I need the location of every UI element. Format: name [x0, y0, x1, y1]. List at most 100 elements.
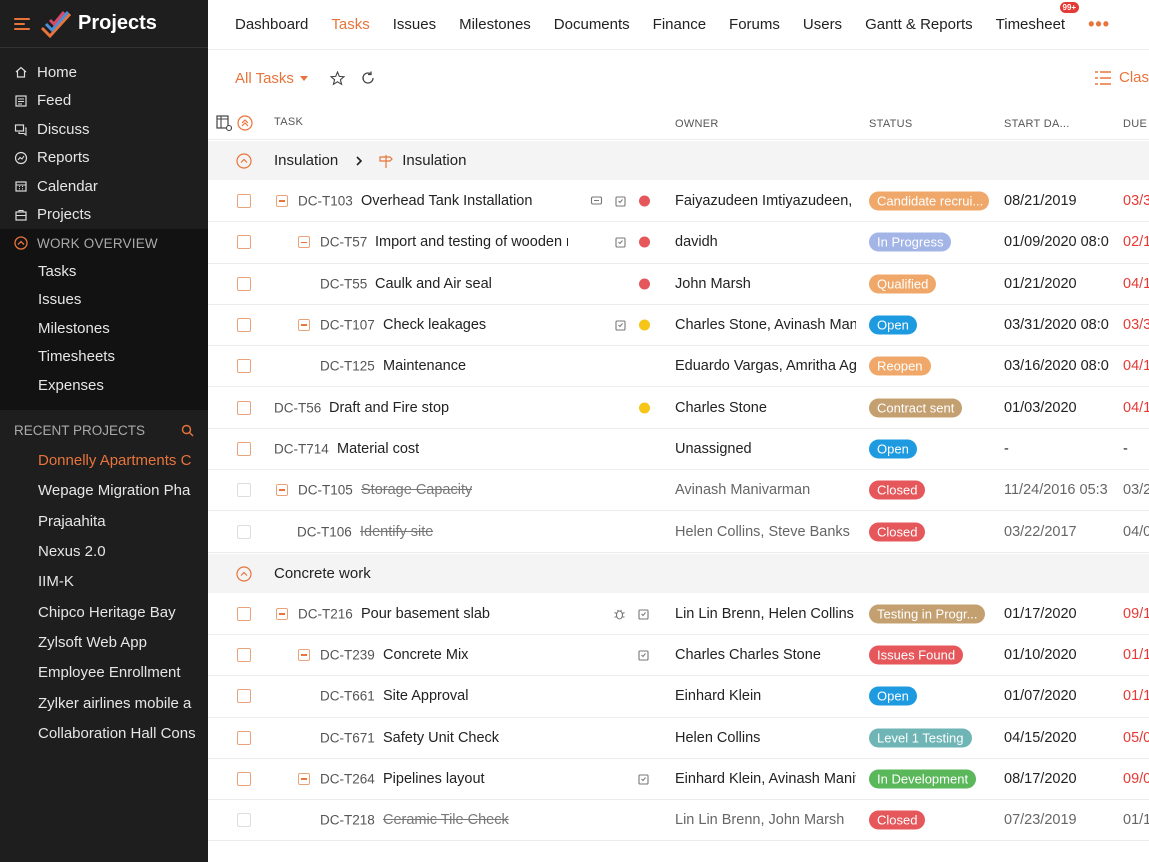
task-owner[interactable]: Helen Collins — [675, 730, 856, 746]
row-checkbox[interactable] — [237, 276, 251, 291]
row-checkbox[interactable] — [237, 441, 251, 456]
subtask-icon[interactable] — [637, 649, 650, 662]
task-name[interactable]: Import and testing of wooden r — [375, 234, 568, 250]
row-checkbox[interactable] — [237, 194, 251, 209]
start-date[interactable]: 01/17/2020 — [1004, 606, 1110, 622]
status-badge[interactable]: Issues Found — [869, 645, 964, 665]
row-checkbox[interactable] — [237, 483, 251, 498]
task-owner[interactable]: Eduardo Vargas, Amritha Agra — [675, 358, 856, 374]
nav-item-reports[interactable]: Reports — [0, 144, 208, 173]
start-date[interactable]: 04/15/2020 — [1004, 730, 1110, 746]
work-overview-item-milestones[interactable]: Milestones — [0, 314, 208, 343]
subtask-icon[interactable] — [614, 236, 627, 249]
nav-item-calendar[interactable]: Calendar — [0, 172, 208, 201]
table-row[interactable]: DC-T125 Maintenance Eduardo Vargas, Amrith… — [208, 346, 1149, 388]
status-badge[interactable]: Contract sent — [869, 398, 963, 418]
expand-subtask-icon[interactable] — [298, 319, 310, 332]
task-name[interactable]: Site Approval — [383, 688, 468, 704]
recent-project-item[interactable]: Prajaahita — [0, 506, 208, 536]
table-row[interactable]: DC-T239 Concrete Mix Charles Charles Stone… — [208, 635, 1149, 677]
task-name[interactable]: Safety Unit Check — [383, 730, 499, 746]
status-badge[interactable]: Closed — [869, 522, 926, 542]
menu-icon[interactable] — [14, 17, 30, 30]
status-badge[interactable]: Candidate recrui... — [869, 191, 989, 211]
expand-subtask-icon[interactable] — [298, 649, 310, 662]
task-name[interactable]: Draft and Fire stop — [329, 400, 449, 416]
header-task[interactable]: TASK — [274, 116, 303, 128]
task-owner[interactable]: Einhard Klein, Avinash Maniv — [675, 771, 856, 787]
tab-users[interactable]: Users — [803, 16, 842, 33]
work-overview-header[interactable]: WORK OVERVIEW — [0, 229, 208, 257]
due-date[interactable]: 09/0 — [1123, 771, 1149, 787]
nav-item-discuss[interactable]: Discuss — [0, 115, 208, 144]
row-checkbox[interactable] — [237, 730, 251, 745]
comment-icon[interactable] — [590, 195, 603, 208]
table-row[interactable]: DC-T714 Material cost Unassigned Open - - — [208, 429, 1149, 471]
tab-documents[interactable]: Documents — [554, 16, 630, 33]
due-date[interactable]: 02/1 — [1123, 234, 1149, 250]
work-overview-item-timesheets[interactable]: Timesheets — [0, 343, 208, 372]
tab-tasks[interactable]: Tasks — [331, 16, 369, 33]
recent-project-item[interactable]: Wepage Migration Pha — [0, 476, 208, 506]
table-row[interactable]: DC-T55 Caulk and Air seal John Marsh Qualif… — [208, 264, 1149, 305]
start-date[interactable]: 11/24/2016 05:3 — [1004, 482, 1110, 498]
status-badge[interactable]: Reopen — [869, 356, 931, 376]
due-date[interactable]: 01/1 — [1123, 688, 1149, 704]
start-date[interactable]: 03/22/2017 — [1004, 524, 1110, 540]
recent-project-item[interactable]: Employee Enrollment — [0, 658, 208, 688]
tab-issues[interactable]: Issues — [393, 16, 436, 33]
row-checkbox[interactable] — [237, 235, 251, 250]
task-name[interactable]: Maintenance — [383, 358, 466, 374]
task-name[interactable]: Identify site — [360, 524, 433, 540]
due-date[interactable]: 03/3 — [1123, 193, 1149, 209]
header-start-date[interactable]: START DA... — [1004, 118, 1070, 130]
start-date[interactable]: 01/21/2020 — [1004, 276, 1110, 292]
row-checkbox[interactable] — [237, 400, 251, 415]
tab-gantt-reports[interactable]: Gantt & Reports — [865, 16, 973, 33]
due-date[interactable]: 09/1 — [1123, 606, 1149, 622]
task-name[interactable]: Concrete Mix — [383, 647, 468, 663]
collapse-group-icon[interactable] — [236, 566, 252, 582]
status-badge[interactable]: Open — [869, 439, 917, 459]
recent-project-item[interactable]: Donnelly Apartments C — [0, 446, 208, 476]
subtask-icon[interactable] — [637, 773, 650, 786]
start-date[interactable]: 03/31/2020 08:0 — [1004, 317, 1110, 333]
table-row[interactable]: DC-T105 Storage Capacity Avinash Manivarma… — [208, 470, 1149, 512]
task-owner[interactable]: Unassigned — [675, 441, 856, 457]
search-icon[interactable] — [181, 424, 194, 437]
status-badge[interactable]: In Progress — [869, 232, 952, 252]
header-status[interactable]: STATUS — [869, 118, 913, 130]
due-date[interactable]: 04/0 — [1123, 524, 1149, 540]
subtask-icon[interactable] — [637, 607, 650, 620]
task-name[interactable]: Pipelines layout — [383, 771, 485, 787]
due-date[interactable]: 01/1 — [1123, 812, 1149, 828]
task-owner[interactable]: Lin Lin Brenn, John Marsh — [675, 812, 856, 828]
task-name[interactable]: Material cost — [337, 441, 419, 457]
start-date[interactable]: 01/10/2020 — [1004, 647, 1110, 663]
due-date[interactable]: 03/2 — [1123, 482, 1149, 498]
start-date[interactable]: 01/07/2020 — [1004, 688, 1110, 704]
table-row[interactable]: DC-T106 Identify site Helen Collins, Steve… — [208, 511, 1149, 553]
start-date[interactable]: - — [1004, 441, 1110, 457]
start-date[interactable]: 03/16/2020 08:0 — [1004, 358, 1110, 374]
classic-view-button[interactable]: Clas — [1094, 69, 1149, 86]
refresh-icon[interactable] — [361, 71, 375, 85]
expand-subtask-icon[interactable] — [298, 236, 310, 249]
tab-finance[interactable]: Finance — [653, 16, 706, 33]
due-date[interactable]: 04/1 — [1123, 358, 1149, 374]
expand-subtask-icon[interactable] — [298, 773, 310, 785]
start-date[interactable]: 01/03/2020 — [1004, 400, 1110, 416]
header-due-date[interactable]: DUE — [1123, 118, 1147, 130]
work-overview-item-expenses[interactable]: Expenses — [0, 371, 208, 400]
tab-dashboard[interactable]: Dashboard — [235, 16, 308, 33]
star-icon[interactable] — [329, 70, 345, 86]
start-date[interactable]: 07/23/2019 — [1004, 812, 1110, 828]
row-checkbox[interactable] — [237, 772, 251, 786]
task-name[interactable]: Caulk and Air seal — [375, 276, 492, 292]
task-owner[interactable]: davidh — [675, 234, 856, 250]
view-selector[interactable]: All Tasks — [235, 70, 308, 87]
row-checkbox[interactable] — [237, 606, 251, 621]
task-owner[interactable]: Lin Lin Brenn, Helen Collins — [675, 606, 856, 622]
status-badge[interactable]: Closed — [869, 480, 926, 500]
nav-item-feed[interactable]: Feed — [0, 87, 208, 116]
